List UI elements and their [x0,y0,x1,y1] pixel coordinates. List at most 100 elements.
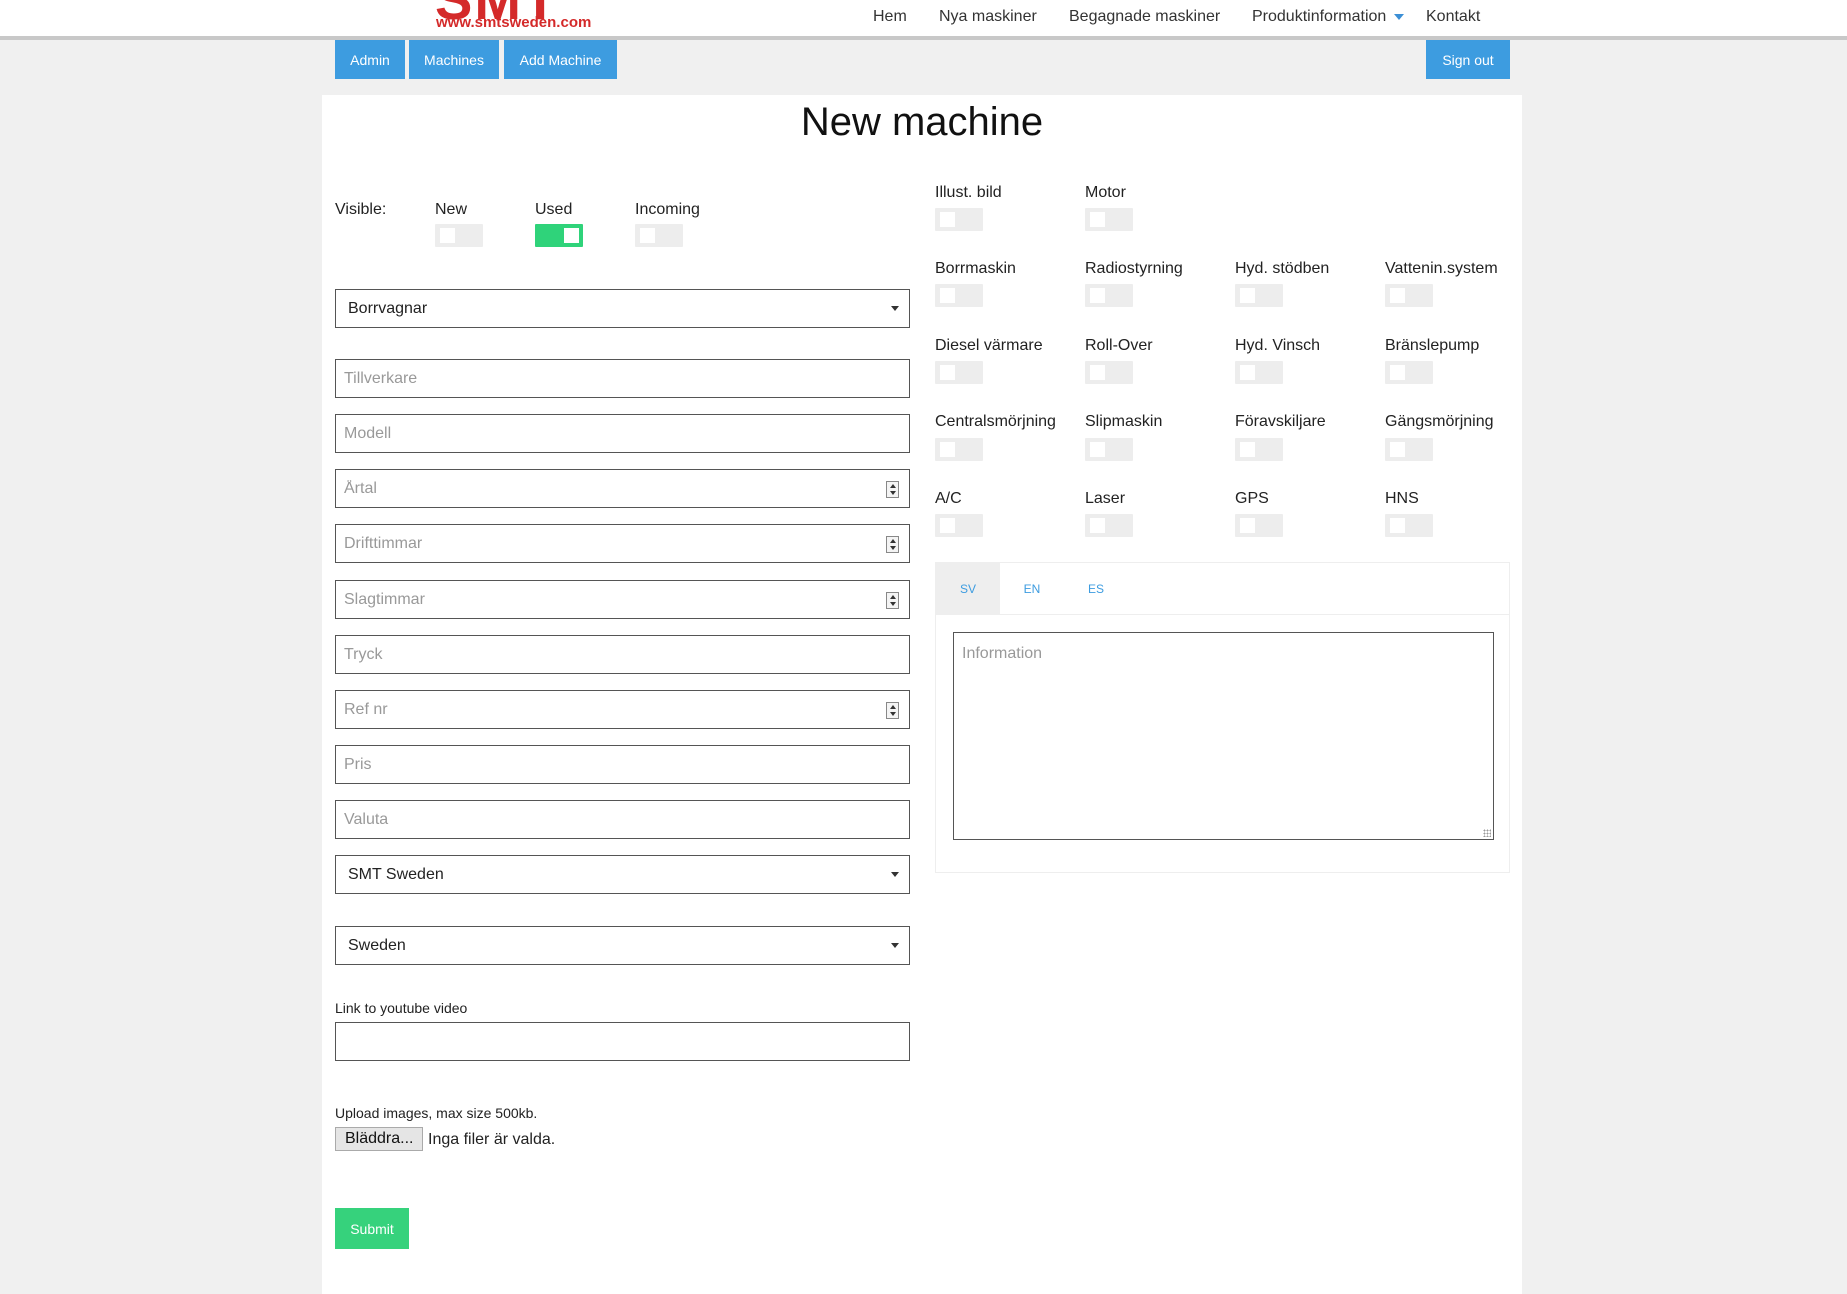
spinner-icon[interactable] [886,592,899,609]
browse-button[interactable]: Bläddra... [335,1127,424,1151]
visible-used-toggle[interactable] [535,224,583,247]
nav-produktinformation[interactable]: Produktinformation [1252,8,1405,26]
nav-nya-maskiner[interactable]: Nya maskiner [939,8,1037,26]
spinner-icon[interactable] [886,481,899,498]
operating-hours-field[interactable] [335,524,910,563]
feature-vatteninsystem-toggle[interactable] [1385,284,1433,307]
feature-foravskiljare-toggle[interactable] [1235,438,1283,461]
feature-illust-bild-label: Illust. bild [935,184,1002,201]
visible-incoming-label: Incoming [635,201,700,218]
add-machine-button[interactable]: Add Machine [504,40,617,79]
pressure-field[interactable] [335,635,910,674]
page-title: New machine [800,100,1044,144]
country-select[interactable]: Sweden [335,926,910,965]
feature-branslepump-toggle[interactable] [1385,361,1433,384]
smt-logo[interactable]: SMT www.smtsweden.com [435,0,613,33]
pressure-input[interactable] [344,636,909,673]
spinner-icon[interactable] [886,536,899,553]
feature-laser-toggle[interactable] [1085,514,1133,537]
feature-motor-label: Motor [1085,184,1126,201]
feature-diesel-varmare-toggle[interactable] [935,361,983,384]
information-textarea[interactable]: Information [953,632,1494,840]
toggle-knob [940,518,955,533]
feature-laser-label: Laser [1085,490,1126,507]
toggle-knob [940,365,955,380]
youtube-field[interactable] [335,1022,910,1061]
feature-roll-over-toggle[interactable] [1085,361,1133,384]
operating-hours-input[interactable] [344,525,909,562]
machines-button[interactable]: Machines [409,40,499,79]
model-input[interactable] [344,415,909,452]
submit-button[interactable]: Submit [335,1208,409,1249]
model-field[interactable] [335,414,910,453]
toggle-knob [1390,288,1405,303]
tab-en[interactable]: EN [1000,563,1064,615]
feature-borrmaskin-label: Borrmaskin [935,260,1016,277]
logo-url: www.smtsweden.com [436,14,592,31]
percussion-hours-input[interactable] [344,581,909,618]
toggle-knob [940,212,955,227]
toggle-knob [1090,365,1105,380]
toggle-knob [1240,518,1255,533]
currency-field[interactable] [335,800,910,839]
toggle-knob [940,442,955,457]
nav-hem[interactable]: Hem [873,8,907,26]
spinner-icon[interactable] [886,702,899,719]
feature-centralsmorjning-toggle[interactable] [935,438,983,461]
visible-used-label: Used [535,201,573,218]
feature-radiostyrning-toggle[interactable] [1085,284,1133,307]
feature-gps-toggle[interactable] [1235,514,1283,537]
youtube-input[interactable] [344,1023,909,1060]
ref-nr-input[interactable] [344,691,909,728]
feature-ac-toggle[interactable] [935,514,983,537]
feature-borrmaskin-toggle[interactable] [935,284,983,307]
percussion-hours-field[interactable] [335,580,910,619]
info-tab-panel: SV EN ES Information [935,562,1510,873]
visible-incoming-toggle[interactable] [635,224,683,247]
feature-hyd-vinsch-toggle[interactable] [1235,361,1283,384]
toggle-knob [1390,365,1405,380]
resize-grip-icon[interactable] [1483,829,1491,837]
feature-hyd-stodben-toggle[interactable] [1235,284,1283,307]
chevron-down-icon [891,872,899,877]
tab-es[interactable]: ES [1064,563,1128,615]
toggle-knob [1090,518,1105,533]
toggle-knob [1240,288,1255,303]
manufacturer-field[interactable] [335,359,910,398]
category-select[interactable]: Borrvagnar [335,289,910,328]
info-tab-bar: SV EN ES [936,563,1509,615]
feature-hns-toggle[interactable] [1385,514,1433,537]
feature-motor-toggle[interactable] [1085,208,1133,231]
seller-select[interactable]: SMT Sweden [335,855,910,894]
toggle-knob [1240,365,1255,380]
tab-sv[interactable]: SV [936,563,1000,615]
feature-gangsmorjning-toggle[interactable] [1385,438,1433,461]
year-input[interactable] [344,470,909,507]
manufacturer-input[interactable] [344,360,909,397]
year-field[interactable] [335,469,910,508]
feature-centralsmorjning-label: Centralsmörjning [935,413,1056,430]
feature-vatteninsystem-label: Vattenin.system [1385,260,1498,277]
chevron-down-icon [891,306,899,311]
feature-illust-bild-toggle[interactable] [935,208,983,231]
price-input[interactable] [344,746,909,783]
toggle-knob [440,228,455,243]
ref-nr-field[interactable] [335,690,910,729]
feature-hyd-stodben-label: Hyd. stödben [1235,260,1330,277]
nav-begagnade-maskiner[interactable]: Begagnade maskiner [1069,8,1220,26]
sign-out-button[interactable]: Sign out [1426,40,1510,79]
price-field[interactable] [335,745,910,784]
toggle-knob [1240,442,1255,457]
feature-branslepump-label: Bränslepump [1385,337,1480,354]
admin-button[interactable]: Admin [335,40,405,79]
feature-radiostyrning-label: Radiostyrning [1085,260,1183,277]
visible-label: Visible: [335,201,387,218]
visible-new-toggle[interactable] [435,224,483,247]
country-value: Sweden [348,936,406,954]
currency-input[interactable] [344,801,909,838]
toggle-knob [1090,442,1105,457]
feature-slipmaskin-toggle[interactable] [1085,438,1133,461]
feature-gangsmorjning-label: Gängsmörjning [1385,413,1494,430]
nav-kontakt[interactable]: Kontakt [1426,8,1480,26]
feature-hyd-vinsch-label: Hyd. Vinsch [1235,337,1321,354]
